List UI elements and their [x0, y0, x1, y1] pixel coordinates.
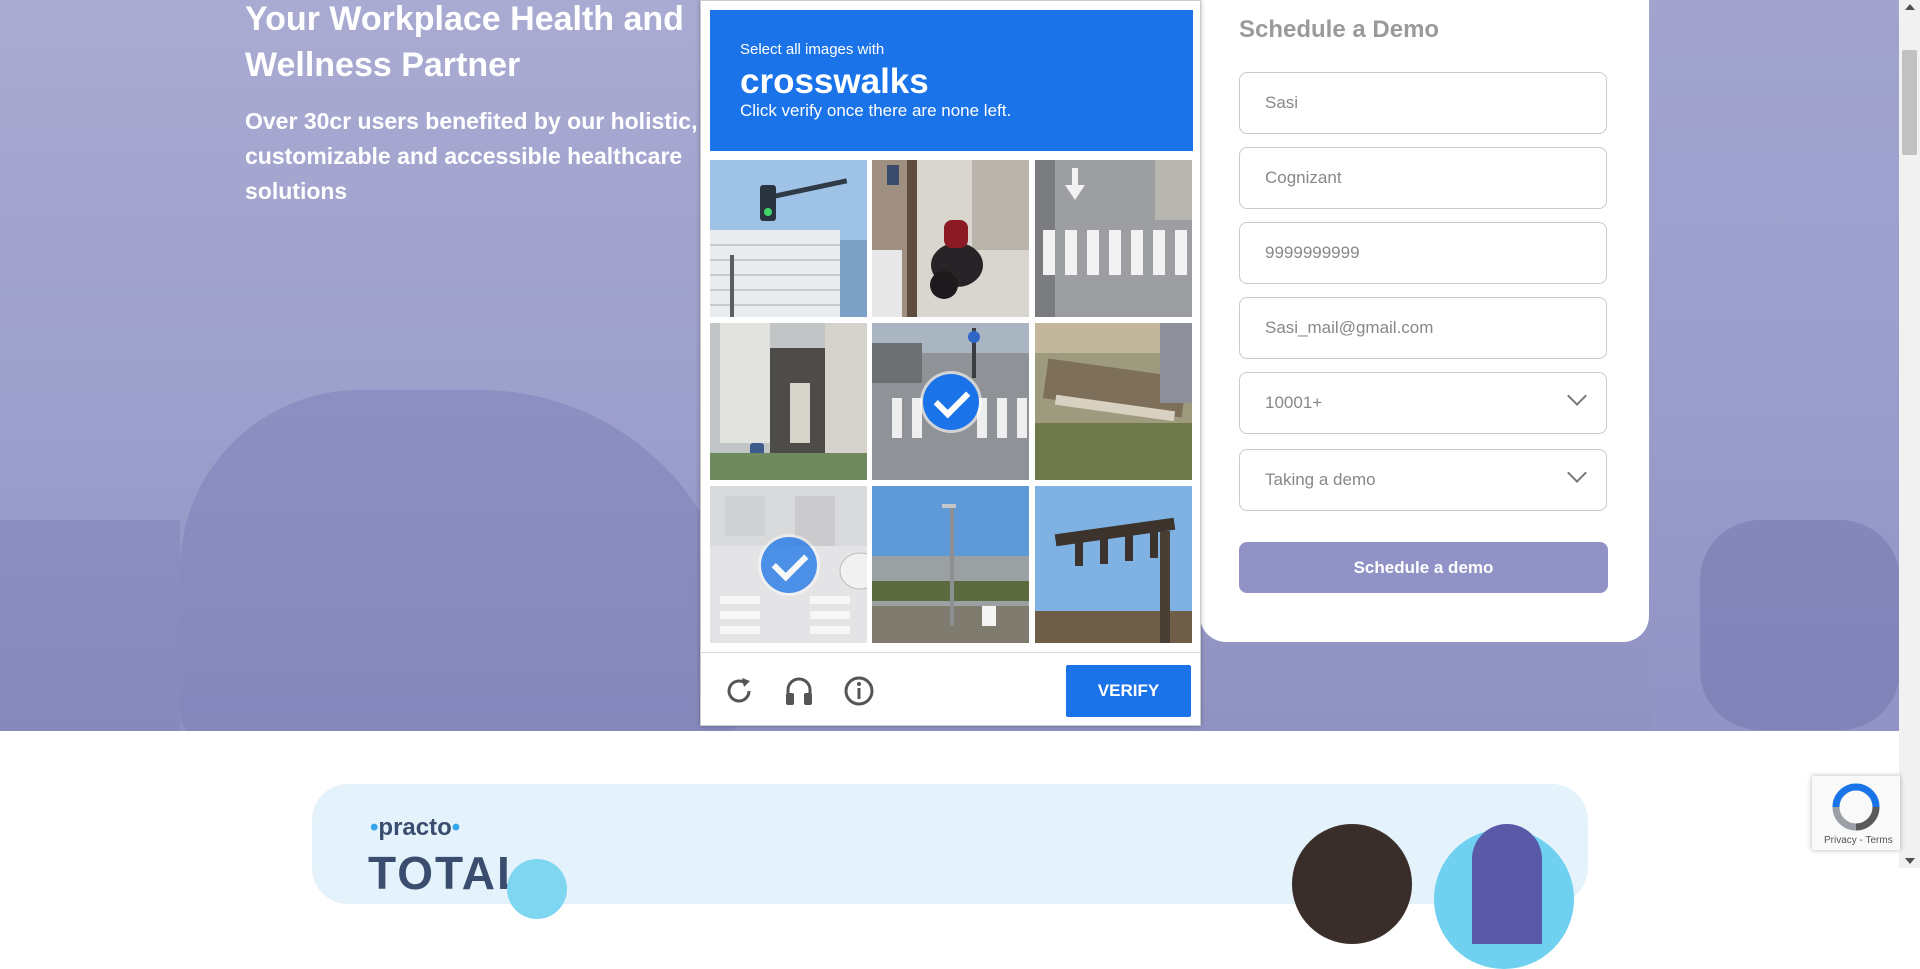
- captcha-tile[interactable]: [872, 486, 1029, 643]
- tile-image-streetlight-overpass: [872, 486, 1029, 643]
- captcha-footer: VERIFY: [701, 652, 1200, 726]
- email-field[interactable]: Sasi_mail@gmail.com: [1239, 297, 1607, 359]
- schedule-demo-button[interactable]: Schedule a demo: [1239, 542, 1608, 593]
- scroll-up-arrow-icon[interactable]: [1905, 4, 1915, 10]
- captcha-tile[interactable]: [1035, 323, 1192, 480]
- background-pillow-shape: [0, 520, 180, 731]
- recaptcha-logo-icon: [1832, 783, 1880, 831]
- tile-image-crosswalk-road: [1035, 160, 1192, 317]
- recaptcha-challenge: Select all images with crosswalks Click …: [700, 0, 1201, 726]
- tile-image-building: [710, 323, 867, 480]
- captcha-tile[interactable]: [710, 323, 867, 480]
- tile-image-overgrown-lot: [1035, 323, 1192, 480]
- verify-button[interactable]: VERIFY: [1066, 665, 1191, 717]
- captcha-tile[interactable]: [1035, 486, 1192, 643]
- captcha-tile[interactable]: [872, 160, 1029, 317]
- captcha-tile-selected[interactable]: [872, 323, 1029, 480]
- chevron-down-icon: [1567, 463, 1587, 483]
- company-field[interactable]: Cognizant: [1239, 147, 1607, 209]
- employees-select-value: 10001+: [1265, 393, 1323, 412]
- demo-form-card: Schedule a Demo Sasi Cognizant 999999999…: [1200, 0, 1649, 642]
- headphones-icon[interactable]: [783, 675, 815, 707]
- reload-icon[interactable]: [723, 675, 755, 707]
- page-scrollbar[interactable]: [1899, 0, 1920, 868]
- checkmark-icon: [760, 536, 817, 593]
- captcha-tile[interactable]: [1035, 160, 1192, 317]
- person-illustration: [1292, 824, 1412, 944]
- form-title: Schedule a Demo: [1239, 16, 1440, 43]
- captcha-tile[interactable]: [710, 160, 867, 317]
- background-sofa-shape: [180, 390, 740, 731]
- captcha-hint: Click verify once there are none left.: [740, 101, 1012, 120]
- scroll-down-arrow-icon[interactable]: [1905, 858, 1915, 864]
- scroll-thumb[interactable]: [1902, 50, 1917, 155]
- interest-select[interactable]: Taking a demo: [1239, 449, 1607, 511]
- phone-field[interactable]: 9999999999: [1239, 222, 1607, 284]
- recaptcha-badge[interactable]: Privacy - Terms: [1812, 776, 1900, 850]
- practo-logo: •practo•: [370, 814, 461, 841]
- tile-image-sign-gantry: [1035, 486, 1192, 643]
- info-icon[interactable]: [843, 675, 875, 707]
- decorative-bubble: [507, 859, 567, 919]
- employees-select[interactable]: 10001+: [1239, 372, 1607, 434]
- checkmark-icon: [922, 373, 979, 430]
- hero-title: Your Workplace Health and Wellness Partn…: [245, 0, 684, 84]
- hero-subtitle: Over 30cr users benefited by our holisti…: [245, 108, 698, 204]
- captcha-instruction: Select all images with: [740, 41, 885, 58]
- interest-select-value: Taking a demo: [1265, 470, 1376, 489]
- tile-image-motorcycle: [872, 160, 1029, 317]
- chevron-down-icon: [1567, 386, 1587, 406]
- background-chair-shape: [1700, 520, 1899, 730]
- brand-product: TOTAL: [368, 847, 528, 899]
- captcha-tile-selected[interactable]: [710, 486, 867, 643]
- rocket-illustration: [1472, 824, 1542, 944]
- product-banner: •practo• TOTAL: [312, 784, 1588, 969]
- recaptcha-links[interactable]: Privacy - Terms: [1824, 835, 1893, 846]
- captcha-keyword: crosswalks: [740, 62, 929, 101]
- name-field[interactable]: Sasi: [1239, 72, 1607, 134]
- captcha-header: Select all images with crosswalks Click …: [710, 10, 1193, 151]
- tile-image-traffic-light: [710, 160, 867, 317]
- brand-name: practo: [378, 814, 452, 841]
